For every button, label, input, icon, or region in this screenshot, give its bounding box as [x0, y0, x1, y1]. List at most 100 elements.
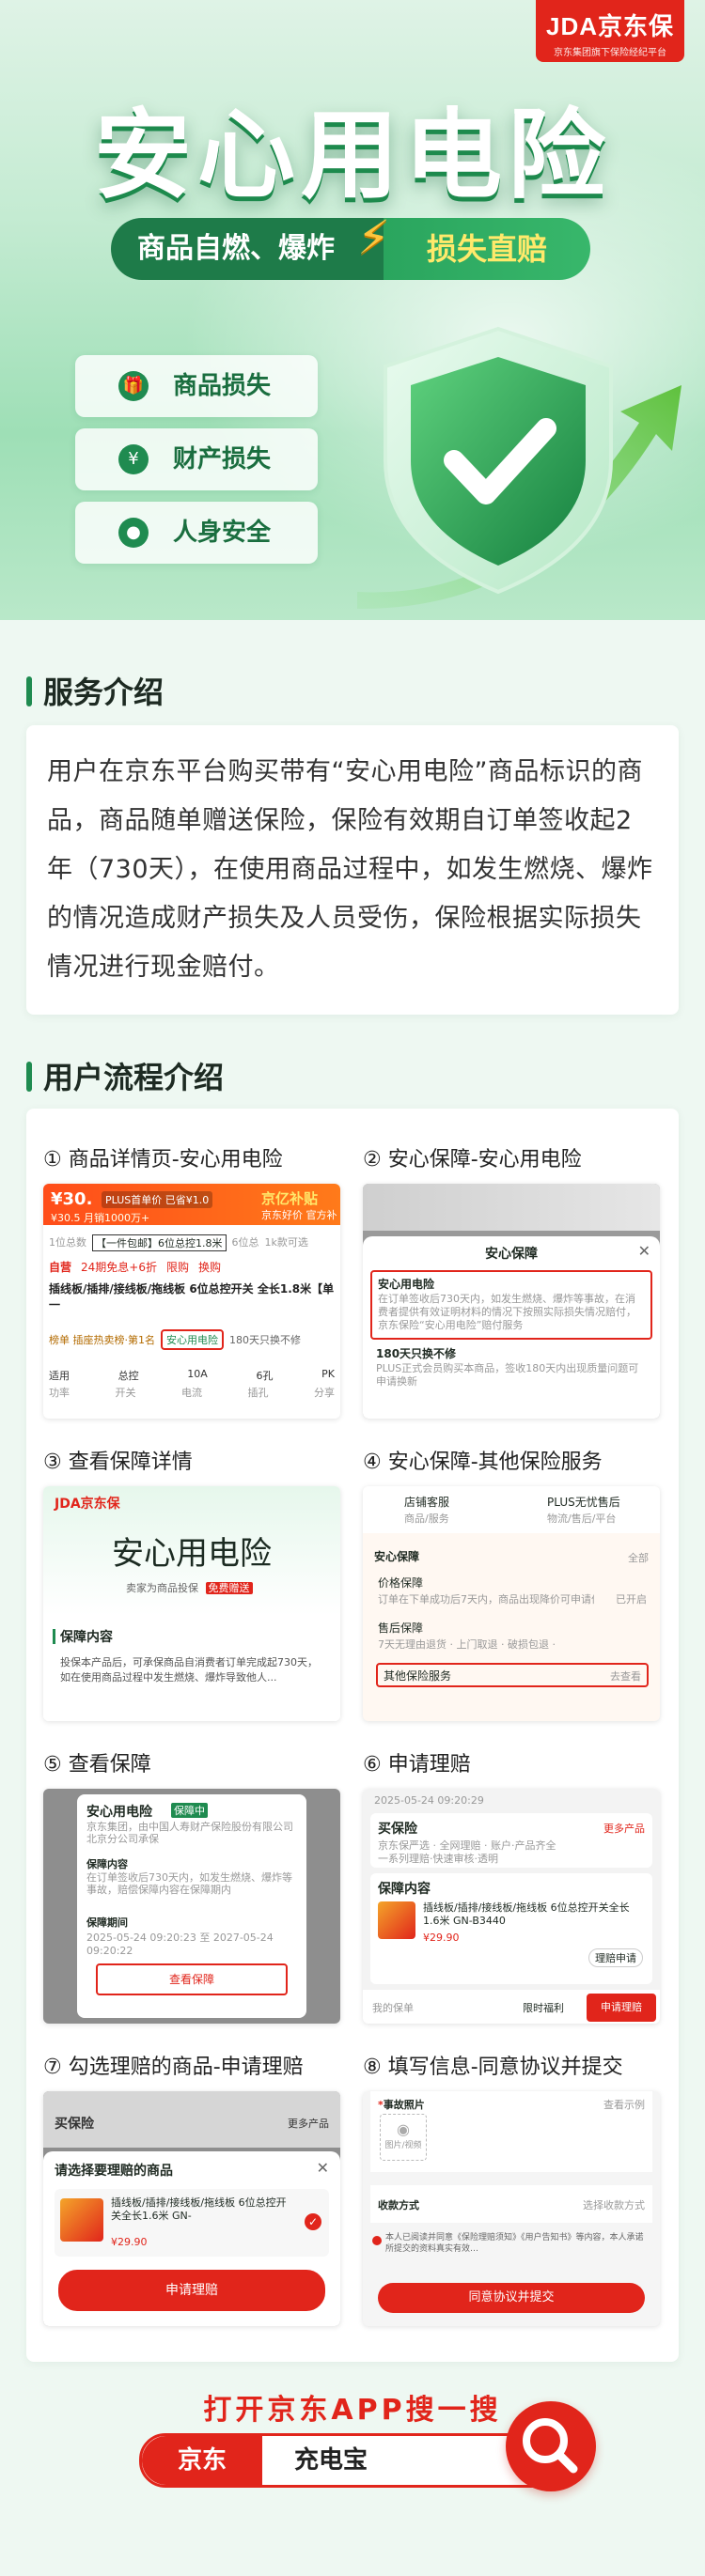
step-title-8: ⑧ 填写信息-同意协议并提交: [363, 2056, 623, 2079]
tag: 24期免息+6折: [81, 1261, 157, 1274]
safe-electric-tag[interactable]: 安心用电险: [161, 1329, 224, 1350]
apply-claim-button[interactable]: 申请理赔: [58, 2270, 325, 2311]
upload-button[interactable]: ◉ 图片/视频: [380, 2114, 427, 2161]
spec-label: 插孔: [247, 1387, 269, 1399]
variant-chip[interactable]: 1k款可选: [265, 1234, 308, 1251]
spec-label: 分享: [314, 1387, 335, 1399]
bottom-title: 打开京东APP搜一搜: [203, 2394, 502, 2427]
screenshot-view-guarantee: 安心用电险 保障中 京东集团，由中国人寿财产保险股份有限公司北京分公司承保 保障…: [43, 1789, 340, 2024]
chip-personal-safety: ● 人身安全: [75, 502, 318, 564]
row-desc: 订单在下单成功后7天内，商品出现降价可申请价保…: [378, 1593, 594, 1606]
bg-more: 更多产品: [288, 2118, 329, 2130]
hero-title: 安心用电险: [93, 98, 611, 212]
variant-chip[interactable]: 6位总: [232, 1234, 259, 1251]
chip-property-loss: ¥ 财产损失: [75, 428, 318, 490]
agree-checkbox[interactable]: [372, 2236, 382, 2245]
sheet-title: 请选择要理赔的商品: [55, 2164, 173, 2179]
tag: 限购: [165, 1261, 189, 1274]
tag-row: 自营 24期免息+6折 限购 换购: [49, 1259, 221, 1275]
agreement-row: 本人已阅读并同意《保险理赔须知》《用户告知书》等内容，本人承诺所提交的资料真实有…: [370, 2232, 652, 2270]
dimmed-background: [363, 1184, 660, 1231]
step-title-7: ⑦ 勾选理赔的商品-申请理赔: [43, 2056, 304, 2079]
sheet-title: 安心保障: [485, 1247, 538, 1262]
spec-value: 总控: [118, 1370, 139, 1382]
coverage-card: 保障内容 插线板/插排/接线板/拖线板 6位总控开关全长1.6米 GN-B344…: [370, 1873, 652, 1984]
payment-row[interactable]: 收款方式 选择收款方式: [370, 2185, 652, 2223]
bg-title: 买保险: [55, 2117, 94, 2132]
guarantee-card: 安心用电险 保障中 京东集团，由中国人寿财产保险股份有限公司北京分公司承保 保障…: [77, 1794, 306, 2018]
hero-subtitle-bar: 商品自燃、爆炸 损失直赔 ⚡: [111, 210, 590, 280]
view-guarantee-button[interactable]: 查看保障: [96, 1963, 288, 1995]
replace-tag: 180天只换不修: [229, 1334, 301, 1346]
seller-text: 卖家为商品投保: [126, 1582, 198, 1594]
person-shield-icon: ●: [118, 518, 149, 548]
photo-section: *事故照片 查看示例 ◉ 图片/视频: [370, 2091, 652, 2172]
item-desc: PLUS正式会员购买本商品，签收180天内出现质量问题可申请换新: [376, 1362, 639, 1388]
section-label: 保障内容: [60, 1630, 113, 1645]
close-icon[interactable]: ✕: [317, 2159, 329, 2177]
item-title: 180天只换不修: [376, 1347, 457, 1360]
guarantee-sheet: 安心保障 ✕ 安心用电险 在订单签收后730天内，如发生燃烧、爆炸等事故，在消费…: [363, 1236, 660, 1419]
row-title: 其他保险服务: [384, 1669, 452, 1683]
money-bag-icon: ¥: [118, 444, 149, 474]
benefit-button[interactable]: 限时福利: [523, 2000, 564, 2015]
flow-card: ① 商品详情页-安心用电险 ② 安心保障-安心用电险 ③ 查看保障详情 ④ 安心…: [26, 1109, 679, 2362]
spec-value: 适用: [49, 1370, 70, 1382]
row-link: 去查看: [610, 1670, 641, 1683]
variant-row: 1位总数 【一件包邮】6位总控1.8米 6位总 1k款可选: [49, 1234, 335, 1251]
top-item[interactable]: PLUS无忧售后: [547, 1494, 620, 1510]
example-link[interactable]: 查看示例: [603, 2097, 645, 2112]
pay-value: 选择收款方式: [583, 2199, 645, 2211]
card-period: 2025-05-24 09:20:23 至 2027-05-24 09:20:2…: [86, 1932, 274, 1957]
gift-icon: 🎁: [118, 371, 149, 401]
guarantee-item-highlight[interactable]: 安心用电险 在订单签收后730天内，如发生燃烧、爆炸等事故，在消费者提供有效证明…: [370, 1270, 652, 1340]
section-marker: [53, 1629, 55, 1644]
top-item-sub: 商品/服务: [404, 1513, 449, 1525]
close-icon[interactable]: ✕: [638, 1242, 650, 1260]
upload-label: 图片/视频: [384, 2141, 422, 2150]
search-button[interactable]: [506, 2401, 596, 2491]
camera-icon: ◉: [397, 2120, 410, 2138]
chip-label: 财产损失: [173, 445, 272, 473]
jda-logo: JDA京东保: [55, 1497, 120, 1512]
variant-chip-selected[interactable]: 【一件包邮】6位总控1.8米: [92, 1234, 227, 1251]
select-sheet: 请选择要理赔的商品 ✕ 插线板/插排/接线板/拖线板 6位总控开关全长1.6米 …: [43, 2151, 340, 2326]
other-insurance-row[interactable]: 其他保险服务 去查看: [376, 1663, 649, 1687]
top-item[interactable]: 店铺客服: [404, 1494, 449, 1510]
product-name: 插线板/插排/接线板/拖线板 6位总控开关全长1.6米 GN-B3440: [423, 1901, 630, 1927]
claim-goods-item[interactable]: 插线板/插排/接线板/拖线板 6位总控开关全长1.6米 GN- ¥29.90 ✓: [55, 2189, 329, 2257]
bottom-action-bar: 我的保单 限时福利 申请理赔: [363, 1990, 660, 2024]
claim-link[interactable]: 理赔申请: [588, 1948, 643, 1967]
seller-row: 卖家为商品投保 免费赠送: [126, 1580, 253, 1595]
buy-insurance-card: 买保险 更多产品 京东保严选 · 全网理赔 · 账户·产品齐全 一系列理赔·快速…: [370, 1813, 652, 1868]
section-label: 安心保障: [374, 1550, 420, 1563]
card-sub: 京东集团，由中国人寿财产保险股份有限公司北京分公司承保: [86, 1821, 293, 1845]
item-title: 安心用电险: [378, 1278, 435, 1291]
product-thumb: [378, 1901, 415, 1939]
jd-brand: 京东: [142, 2436, 262, 2485]
step-title-5: ⑤ 查看保障: [43, 1753, 151, 1777]
top-item-sub: 物流/售后/平台: [547, 1513, 617, 1525]
my-policy-link[interactable]: 我的保单: [372, 2000, 414, 2015]
product-price: ¥29.90: [111, 2236, 148, 2248]
spec-label: 功率: [49, 1387, 70, 1399]
free-tag: 免费赠送: [205, 1582, 253, 1594]
subsidy-sub: 京东好价 官方补: [261, 1209, 337, 1221]
step-title-4: ④ 安心保障-其他保险服务: [363, 1451, 603, 1474]
tag: 换购: [198, 1261, 222, 1274]
check-icon[interactable]: ✓: [305, 2213, 321, 2230]
more-link[interactable]: 全部: [628, 1550, 649, 1565]
row-desc: 7天无理由退货 · 上门取退 · 破损包退 ·: [378, 1638, 556, 1651]
more-link[interactable]: 更多产品: [603, 1821, 645, 1836]
chip-label: 人身安全: [173, 519, 272, 547]
row-title: 售后保障: [378, 1622, 424, 1635]
card-label: 保障期间: [86, 1916, 128, 1929]
card-desc: 一系列理赔·快速审核·透明: [378, 1853, 498, 1865]
submit-button[interactable]: 同意协议并提交: [378, 2283, 645, 2313]
apply-claim-button[interactable]: 申请理赔: [587, 1994, 656, 2022]
rank-tag: 榜单 插座热卖榜·第1名: [49, 1334, 155, 1346]
step-title-3: ③ 查看保障详情: [43, 1451, 193, 1474]
logo-tagline: 京东集团旗下保险经纪平台: [554, 48, 666, 58]
chip-goods-loss: 🎁 商品损失: [75, 355, 318, 417]
search-icon: [523, 2418, 578, 2474]
